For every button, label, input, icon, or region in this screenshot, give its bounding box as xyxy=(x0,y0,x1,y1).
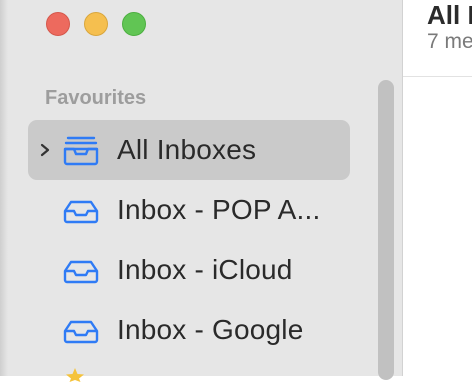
tray-stack-icon xyxy=(63,136,99,166)
close-button[interactable] xyxy=(46,12,70,36)
sidebar-item-inbox-pop[interactable]: Inbox - POP A... xyxy=(28,180,350,240)
tray-icon xyxy=(63,200,99,224)
sidebar-item-label: All Inboxes xyxy=(117,134,257,165)
message-list-header: All I 7 me xyxy=(403,0,472,77)
sidebar-item-label: Inbox - iCloud xyxy=(117,254,293,285)
minimize-button[interactable] xyxy=(84,12,108,36)
sidebar-item-all-inboxes[interactable]: All Inboxes xyxy=(28,120,350,180)
section-header-favourites[interactable]: Favourites xyxy=(45,87,146,110)
sidebar-item-label: Inbox - Google xyxy=(117,314,304,345)
mailbox-title: All I xyxy=(427,0,472,30)
message-count: 7 me xyxy=(427,30,472,53)
sidebar: Favourites All Inboxes Inbox - POP A... … xyxy=(0,0,403,382)
tray-icon xyxy=(63,320,99,344)
tray-icon xyxy=(63,260,99,284)
chevron-right-icon[interactable] xyxy=(38,140,52,160)
window-controls xyxy=(46,12,146,36)
zoom-button[interactable] xyxy=(122,12,146,36)
sidebar-edge-shadow xyxy=(0,0,8,376)
sidebar-item-inbox-google[interactable]: Inbox - Google xyxy=(28,300,350,360)
sidebar-item-inbox-icloud[interactable]: Inbox - iCloud xyxy=(28,240,350,300)
star-icon xyxy=(66,368,84,382)
sidebar-scrollbar-thumb[interactable] xyxy=(378,80,394,380)
sidebar-item-label: Inbox - POP A... xyxy=(117,194,321,225)
